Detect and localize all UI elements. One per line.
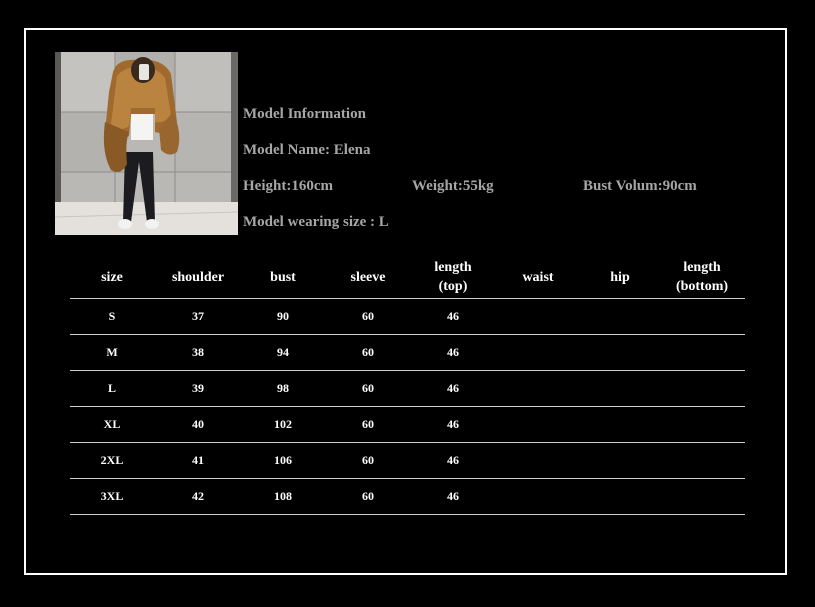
table-row: 3XL 42 108 60 46 — [70, 479, 745, 515]
model-wearing-size: Model wearing size : L — [243, 214, 389, 230]
cell-bust: 94 — [277, 345, 289, 359]
cell-size: M — [106, 345, 118, 359]
table-row: L 39 98 60 46 — [70, 371, 745, 407]
model-height: Height:160cm — [243, 178, 333, 194]
cell-sleeve: 60 — [362, 381, 374, 395]
cell-shoulder: 38 — [192, 345, 204, 359]
header-hip: hip — [610, 269, 630, 285]
cell-sleeve: 60 — [362, 345, 374, 359]
model-photo-illustration — [55, 52, 238, 235]
table-row: M 38 94 60 46 — [70, 335, 745, 371]
cell-shoulder: 39 — [192, 381, 204, 395]
table-row: S 37 90 60 46 — [70, 299, 745, 335]
cell-size: XL — [103, 417, 121, 431]
model-name: Model Name: Elena — [243, 142, 371, 158]
header-sleeve: sleeve — [350, 269, 386, 285]
cell-length-top: 46 — [447, 309, 459, 323]
cell-size: 2XL — [100, 453, 124, 467]
model-weight: Weight:55kg — [412, 178, 494, 194]
cell-length-top: 46 — [447, 345, 459, 359]
cell-size: L — [107, 381, 116, 395]
cell-bust: 108 — [274, 489, 292, 503]
cell-shoulder: 42 — [192, 489, 204, 503]
cell-length-top: 46 — [447, 381, 459, 395]
cell-bust: 90 — [277, 309, 289, 323]
cell-shoulder: 41 — [192, 453, 204, 467]
cell-shoulder: 40 — [192, 417, 204, 431]
header-waist: waist — [522, 269, 554, 285]
header-length-top: length (top) — [434, 260, 472, 294]
header-bust: bust — [270, 269, 296, 285]
cell-sleeve: 60 — [362, 489, 374, 503]
model-bust: Bust Volum:90cm — [583, 178, 697, 194]
cell-shoulder: 37 — [192, 309, 204, 323]
cell-bust: 98 — [277, 381, 289, 395]
cell-length-top: 46 — [447, 489, 459, 503]
cell-length-top: 46 — [447, 417, 459, 431]
model-info-heading: Model Information — [243, 106, 366, 122]
cell-size: S — [108, 309, 116, 323]
cell-sleeve: 60 — [362, 417, 374, 431]
table-row: 2XL 41 106 60 46 — [70, 443, 745, 479]
cell-bust: 102 — [274, 417, 292, 431]
table-row: XL 40 102 60 46 — [70, 407, 745, 443]
model-photo — [55, 52, 238, 235]
cell-length-top: 46 — [447, 453, 459, 467]
cell-sleeve: 60 — [362, 453, 374, 467]
table-header-row: size shoulder bust sleeve length (top) wa… — [70, 256, 745, 299]
size-chart-table: size shoulder bust sleeve length (top) wa… — [70, 256, 745, 515]
header-size: size — [101, 269, 123, 285]
cell-sleeve: 60 — [362, 309, 374, 323]
header-length-bottom: length (bottom) — [675, 260, 729, 294]
cell-bust: 106 — [274, 453, 292, 467]
cell-size: 3XL — [100, 489, 124, 503]
header-shoulder: shoulder — [171, 269, 225, 285]
